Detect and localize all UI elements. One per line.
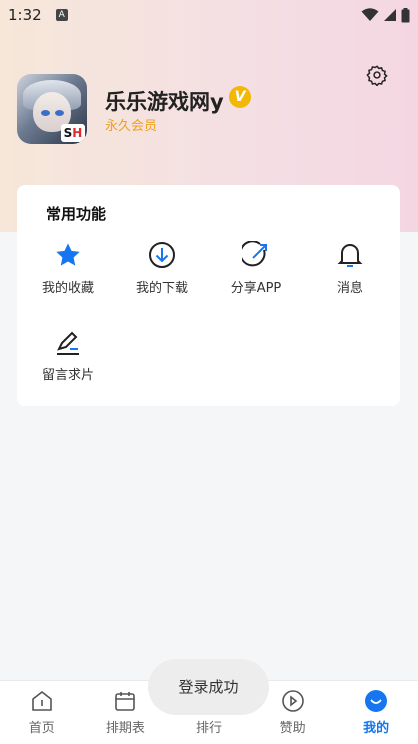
membership-label: 永久会员 (105, 119, 158, 134)
functions-title: 常用功能 (46, 205, 107, 223)
tab-sponsor-label: 赞助 (279, 721, 306, 736)
star-icon (56, 243, 80, 266)
favorites-label: 我的收藏 (41, 281, 94, 296)
tab-schedule-label: 排期表 (105, 721, 145, 736)
battery-icon (401, 7, 410, 22)
tab-home[interactable]: 首页 (0, 681, 84, 744)
home-icon (31, 690, 52, 711)
request-movie-button[interactable]: 留言求片 (21, 327, 115, 383)
status-time: 1:32 (8, 6, 42, 24)
signal-icon (384, 9, 396, 21)
wifi-icon (361, 8, 379, 21)
share-app-label: 分享APP (230, 281, 282, 296)
download-icon (149, 242, 175, 268)
tab-home-label: 首页 (28, 721, 55, 736)
settings-button[interactable] (365, 63, 389, 87)
vip-badge: V (229, 86, 251, 108)
edit-icon (57, 331, 79, 355)
tab-mine[interactable]: 我的 (334, 681, 418, 744)
login-success-toast: 登录成功 (148, 659, 269, 715)
profile-icon (365, 690, 388, 712)
notification-icon: A (55, 9, 68, 21)
tab-ranking-label: 排行 (195, 721, 222, 736)
avatar-badge: SH (61, 124, 85, 142)
downloads-label: 我的下载 (135, 281, 188, 296)
gear-icon (366, 65, 388, 86)
avatar-eye (55, 110, 64, 116)
bell-icon (337, 244, 363, 267)
share-icon (242, 241, 267, 267)
status-bar: 1:32 A (0, 0, 418, 30)
avatar[interactable]: SH (17, 74, 87, 144)
favorites-button[interactable]: 我的收藏 (21, 240, 115, 296)
request-movie-label: 留言求片 (41, 368, 94, 383)
username: 乐乐游戏网y (105, 90, 224, 114)
downloads-button[interactable]: 我的下载 (115, 240, 209, 296)
avatar-eye (41, 110, 50, 116)
functions-card: 常用功能 我的收藏 我的下载 分享APP 消息 留言求片 (17, 185, 400, 406)
messages-label: 消息 (336, 281, 363, 296)
tab-mine-label: 我的 (363, 721, 390, 736)
play-icon (281, 690, 304, 712)
share-app-button[interactable]: 分享APP (209, 240, 303, 296)
calendar-icon (115, 692, 136, 711)
messages-button[interactable]: 消息 (303, 240, 397, 296)
